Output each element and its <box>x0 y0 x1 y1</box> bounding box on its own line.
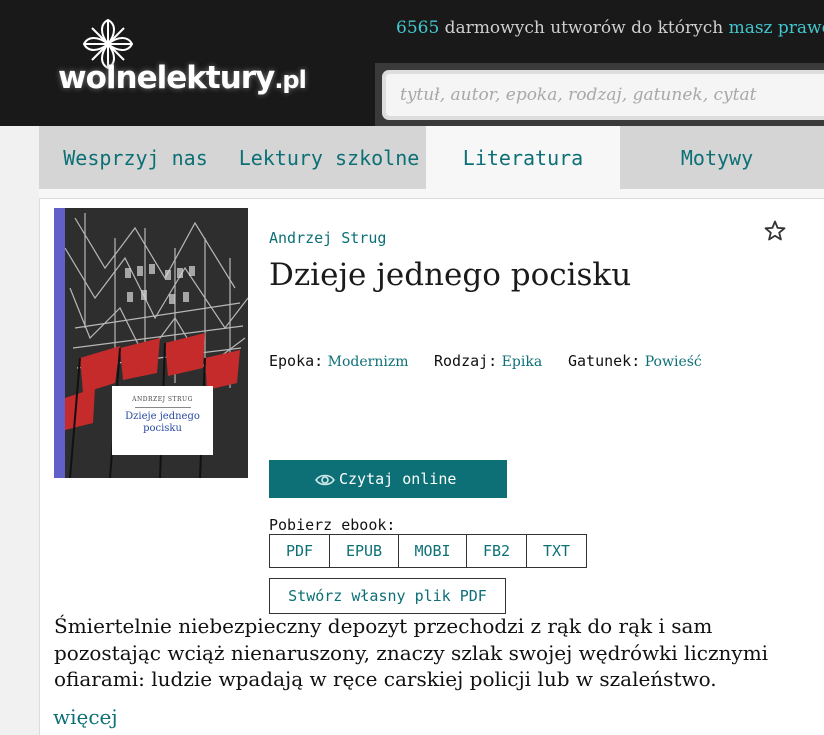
nav-motifs[interactable]: Motywy <box>620 126 814 189</box>
star-icon[interactable] <box>763 219 787 243</box>
custom-pdf-button[interactable]: Stwórz własny plik PDF <box>269 578 506 614</box>
meta-genre-value[interactable]: Powieść <box>645 354 702 370</box>
cover-spine <box>54 208 65 478</box>
meta-genre: Gatunek: Powieść <box>568 352 702 370</box>
site-logo[interactable]: wolnelektury.pl <box>50 12 307 112</box>
more-link[interactable]: więcej <box>53 705 118 729</box>
meta-genre-key: Gatunek: <box>568 352 641 370</box>
eye-icon <box>315 474 335 486</box>
download-label: Pobierz ebook: <box>269 516 396 534</box>
cover-title-line1: Dzieje jednego <box>125 411 200 422</box>
tagline: 6565 darmowych utworów do których masz p… <box>396 18 824 38</box>
left-margin <box>0 126 39 735</box>
download-epub-button[interactable]: EPUB <box>330 535 399 567</box>
rights-link[interactable]: masz prawo <box>729 18 824 38</box>
meta-epoch-key: Epoka: <box>269 352 324 370</box>
download-fb2-button[interactable]: FB2 <box>467 535 527 567</box>
author-link[interactable]: Andrzej Strug <box>269 229 386 247</box>
book-cover[interactable]: ANDRZEJ STRUG Dzieje jednego pocisku <box>54 208 248 478</box>
search-bar <box>375 63 824 126</box>
nav-support[interactable]: Wesprzyj nas <box>39 126 232 189</box>
download-pdf-button[interactable]: PDF <box>270 535 330 567</box>
cover-title-line2: pocisku <box>143 423 182 434</box>
cover-author: ANDRZEJ STRUG <box>132 396 193 403</box>
read-online-label: Czytaj online <box>339 470 457 488</box>
book-title: Dzieje jednego pocisku <box>269 257 632 293</box>
tagline-text: darmowych utworów do których <box>439 18 729 38</box>
main-nav: Wesprzyj nas Lektury szkolne Literatura … <box>39 126 824 189</box>
meta-epoch-value[interactable]: Modernizm <box>328 354 409 370</box>
works-count: 6565 <box>396 18 440 38</box>
search-frame <box>382 70 824 120</box>
download-mobi-button[interactable]: MOBI <box>399 535 467 567</box>
meta-kind-key: Rodzaj: <box>434 352 498 370</box>
cover-divider <box>134 407 191 408</box>
site-header: wolnelektury.pl 6565 darmowych utworów d… <box>0 0 824 126</box>
search-input[interactable] <box>386 74 824 116</box>
read-online-button[interactable]: Czytaj online <box>269 460 507 498</box>
nav-literature[interactable]: Literatura <box>426 126 620 189</box>
meta-kind-value[interactable]: Epika <box>502 354 543 370</box>
nav-school-readings[interactable]: Lektury szkolne <box>232 126 426 189</box>
meta-kind: Rodzaj: Epika <box>434 352 542 370</box>
download-txt-button[interactable]: TXT <box>527 535 586 567</box>
book-description: Śmiertelnie niebezpieczny depozyt przech… <box>54 614 769 691</box>
logo-text: wolnelektury.pl <box>58 60 307 96</box>
meta-epoch: Epoka: Modernizm <box>269 352 409 370</box>
cover-label: ANDRZEJ STRUG Dzieje jednego pocisku <box>112 386 213 455</box>
format-buttons: PDF EPUB MOBI FB2 TXT <box>269 534 587 568</box>
